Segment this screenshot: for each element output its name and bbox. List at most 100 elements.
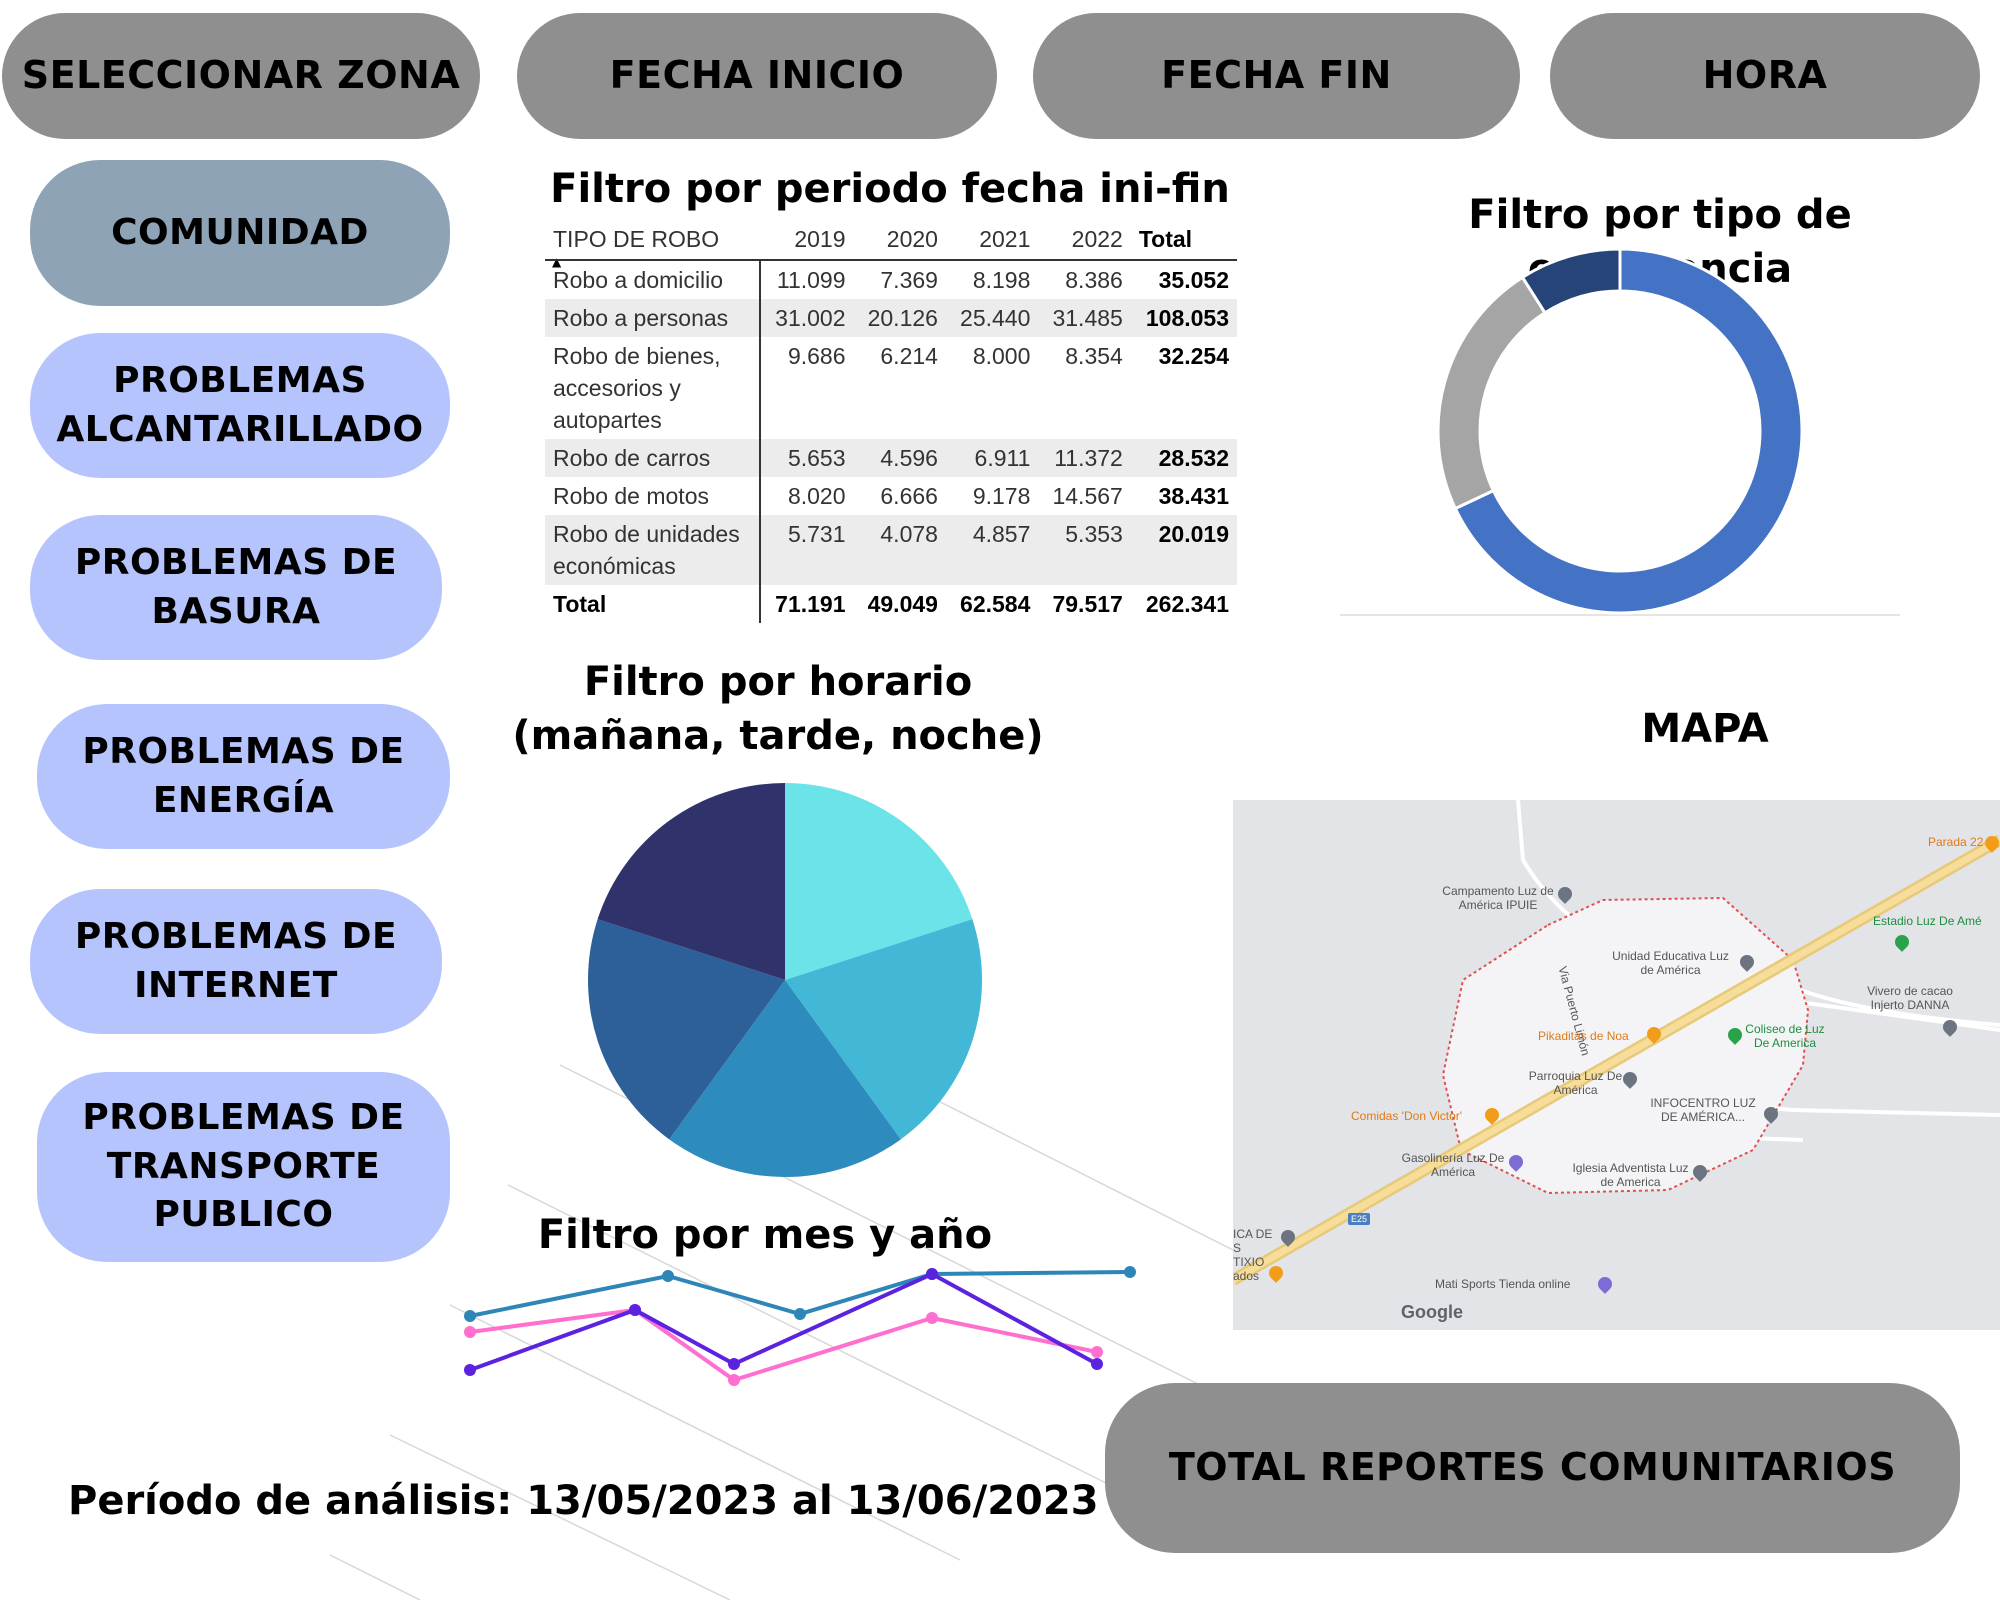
map-label-parroquia[interactable]: Parroquia Luz De América xyxy=(1528,1069,1623,1098)
table-cell: 14.567 xyxy=(1052,483,1123,509)
data-point[interactable] xyxy=(464,1326,476,1338)
table-cell: 62.584 xyxy=(960,591,1031,617)
data-point[interactable] xyxy=(629,1304,641,1316)
data-point[interactable] xyxy=(1124,1266,1136,1278)
table-cell: 9.178 xyxy=(972,483,1031,509)
column-header[interactable]: 2019 xyxy=(760,220,854,260)
column-header[interactable]: TIPO DE ROBO xyxy=(545,220,760,260)
column-header[interactable]: 2022 xyxy=(1038,220,1130,260)
data-point[interactable] xyxy=(794,1308,806,1320)
table-total-row[interactable]: Total 71.191 49.049 62.584 79.517 262.341 xyxy=(545,585,1237,623)
map-label-e25: E25 xyxy=(1348,1213,1371,1226)
table-cell: 25.440 xyxy=(945,299,1039,337)
table-cell: 28.532 xyxy=(1130,439,1237,477)
sidebar-item-alcantarillado[interactable]: PROBLEMAS ALCANTARILLADO xyxy=(30,333,450,478)
emergency-donut-chart xyxy=(1340,247,1900,616)
table-cell: 5.653 xyxy=(760,439,854,477)
data-point[interactable] xyxy=(926,1312,938,1324)
sidebar-item-energia[interactable]: PROBLEMAS DE ENERGÍA xyxy=(37,704,450,849)
series-line[interactable] xyxy=(469,1307,1098,1383)
schedule-pie-chart xyxy=(588,783,982,1177)
map-label-tixio[interactable]: ICA DE S TIXIO xyxy=(1233,1227,1273,1269)
sidebar-item-transporte[interactable]: PROBLEMAS DE TRANSPORTE PUBLICO xyxy=(37,1072,450,1262)
start-date-button[interactable]: FECHA INICIO xyxy=(517,13,997,139)
column-header[interactable]: 2021 xyxy=(946,220,1038,260)
table-cell: 4.857 xyxy=(945,515,1039,585)
table-row[interactable]: Robo de bienes, accesorios y autopartes 9… xyxy=(545,337,1237,439)
data-point[interactable] xyxy=(728,1374,740,1386)
map[interactable]: Parada 22 Campamento Luz de América IPUI… xyxy=(1233,800,2000,1330)
sidebar-item-internet[interactable]: PROBLEMAS DE INTERNET xyxy=(30,889,442,1034)
map-roads xyxy=(1233,800,2000,1286)
table-cell: 262.341 xyxy=(1145,591,1229,617)
data-point[interactable] xyxy=(728,1358,740,1370)
sidebar-item-comunidad[interactable]: COMUNIDAD xyxy=(30,160,450,306)
table-cell: 79.517 xyxy=(1052,591,1123,617)
row-label: Robo de motos xyxy=(545,477,761,515)
column-header[interactable]: 2020 xyxy=(854,220,946,260)
series-line[interactable] xyxy=(469,1271,1098,1372)
map-label-mati[interactable]: Mati Sports Tienda online xyxy=(1435,1277,1570,1292)
table-cell: 35.052 xyxy=(1158,267,1229,293)
map-label-coliseo[interactable]: Coliseo de Luz De America xyxy=(1745,1022,1825,1051)
table-row[interactable]: Robo a personas 31.002 20.126 25.440 31.485 1… xyxy=(545,299,1237,337)
select-zone-button[interactable]: SELECCIONAR ZONA xyxy=(2,13,480,139)
table-cell: 4.078 xyxy=(853,515,946,585)
table-row[interactable]: Robo a domicilio 11.099 7.369 8.198 8.386 35.… xyxy=(545,260,1237,299)
hour-button[interactable]: HORA xyxy=(1550,13,1980,139)
table-cell: 11.372 xyxy=(1038,439,1131,477)
table-cell: 32.254 xyxy=(1158,343,1229,369)
table-row[interactable]: Robo de carros 5.653 4.596 6.911 11.372 28.53… xyxy=(545,439,1237,477)
column-header[interactable]: Total xyxy=(1131,220,1237,260)
map-label-unidad[interactable]: Unidad Educativa Luz de América xyxy=(1608,949,1733,978)
map-label-gasolineria[interactable]: Gasolinería Luz De América xyxy=(1393,1151,1513,1180)
table-cell: 8.386 xyxy=(1065,267,1123,293)
table-heading: Filtro por periodo fecha ini-fin xyxy=(550,166,1230,212)
table-row[interactable]: Robo de unidades económicas 5.731 4.078 4.8… xyxy=(545,515,1237,585)
table-cell: 8.020 xyxy=(787,483,846,509)
table-header-row: TIPO DE ROBO 2019 2020 2021 2022 Total xyxy=(545,220,1237,260)
table-cell: 5.353 xyxy=(1038,515,1131,585)
month-year-line-chart xyxy=(464,1266,1136,1386)
data-point[interactable] xyxy=(926,1268,938,1280)
analysis-period: Período de análisis: 13/05/2023 al 13/06… xyxy=(68,1478,1099,1524)
map-heading: MAPA xyxy=(1641,706,1769,752)
end-date-button[interactable]: FECHA FIN xyxy=(1033,13,1520,139)
table-cell: 71.191 xyxy=(775,591,846,617)
table-cell: 8.354 xyxy=(1065,343,1123,369)
row-label: Robo de unidades económicas xyxy=(545,515,761,585)
data-point[interactable] xyxy=(1091,1358,1103,1370)
table-cell: 11.099 xyxy=(776,267,846,293)
table-cell: 38.431 xyxy=(1158,483,1229,509)
table-cell: 31.485 xyxy=(1038,299,1131,337)
map-label-pikaditas[interactable]: Pikaditas de Noa xyxy=(1538,1029,1629,1044)
row-label: Robo a personas xyxy=(545,299,761,337)
map-label-infocentro[interactable]: INFOCENTRO LUZ DE AMÉRICA... xyxy=(1643,1096,1763,1125)
table-row[interactable]: Robo de motos 8.020 6.666 9.178 14.567 38.431 xyxy=(545,477,1237,515)
sidebar-item-basura[interactable]: PROBLEMAS DE BASURA xyxy=(30,515,442,660)
row-label: Robo de bienes, accesorios y autopartes xyxy=(545,337,761,439)
table-cell: 6.214 xyxy=(880,343,938,369)
table-cell: 4.596 xyxy=(853,439,946,477)
map-label-comidas[interactable]: Comidas 'Don Victor' xyxy=(1351,1109,1462,1124)
map-label-parada[interactable]: Parada 22 xyxy=(1928,835,1983,850)
table-cell: 7.369 xyxy=(880,267,938,293)
map-label-estadio[interactable]: Estadio Luz De Amé xyxy=(1873,914,1982,929)
map-label-ados[interactable]: ados xyxy=(1233,1269,1259,1284)
map-label-iglesia[interactable]: Iglesia Adventista Luz de America xyxy=(1568,1161,1693,1190)
donut-slice[interactable] xyxy=(1436,275,1548,511)
table-cell: 49.049 xyxy=(867,591,938,617)
data-point[interactable] xyxy=(464,1364,476,1376)
total-reports-button[interactable]: TOTAL REPORTES COMUNITARIOS xyxy=(1105,1383,1960,1553)
pie-heading: Filtro por horario (mañana, tarde, noche… xyxy=(512,659,1044,759)
data-point[interactable] xyxy=(1091,1346,1103,1358)
google-logo: Google xyxy=(1401,1302,1463,1322)
map-label-vivero[interactable]: Vivero de cacao Injerto DANNA xyxy=(1855,984,1965,1013)
table-cell: 20.126 xyxy=(853,299,946,337)
map-label-campamento[interactable]: Campamento Luz de América IPUIE xyxy=(1433,884,1563,913)
data-point[interactable] xyxy=(662,1270,674,1282)
table-cell: 6.911 xyxy=(945,439,1039,477)
data-point[interactable] xyxy=(464,1310,476,1322)
row-label: Robo de carros xyxy=(545,439,761,477)
table-cell: 20.019 xyxy=(1130,515,1237,585)
